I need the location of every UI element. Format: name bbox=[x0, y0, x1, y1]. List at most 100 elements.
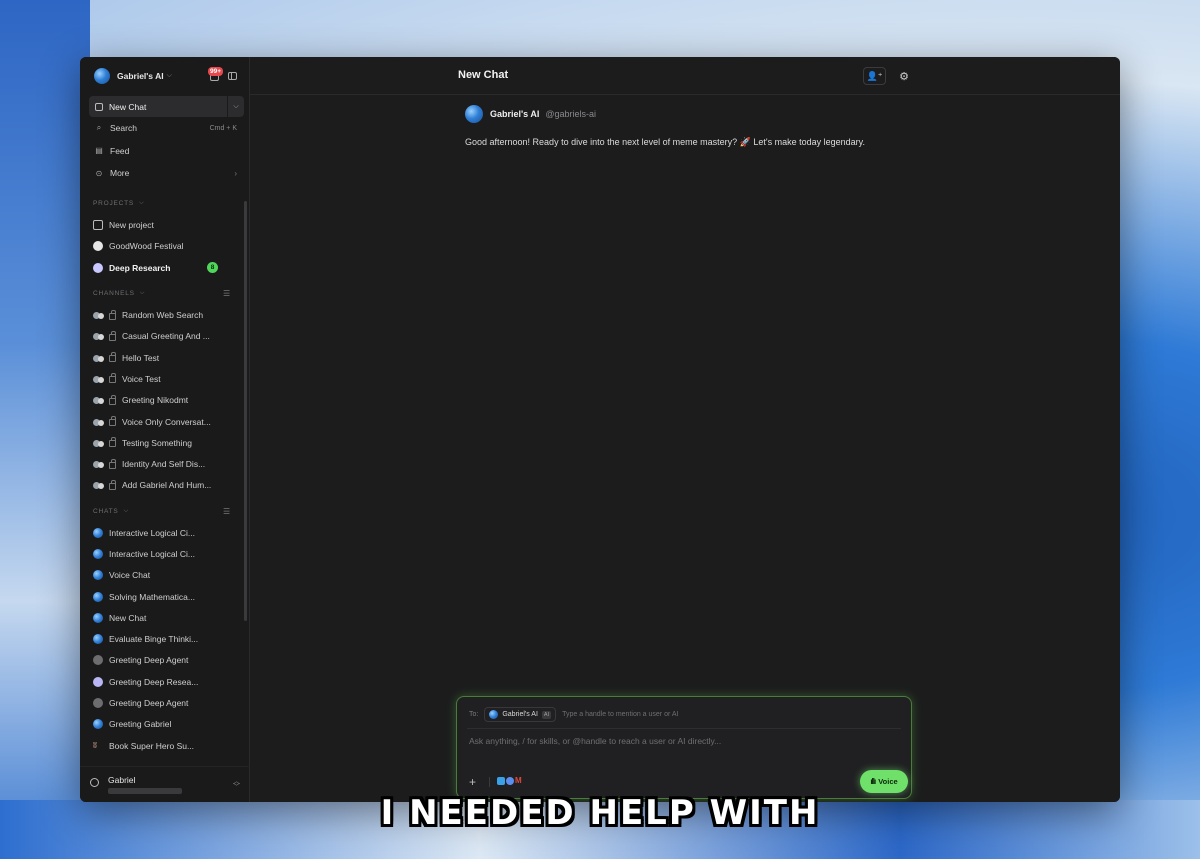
project-item[interactable]: Deep Research 8 bbox=[80, 257, 249, 278]
chat-item[interactable]: Greeting Deep Agent bbox=[80, 692, 249, 713]
settings-button[interactable]: ⚙ bbox=[895, 67, 913, 85]
avatar[interactable] bbox=[465, 105, 483, 123]
notification-badge[interactable]: 99+ bbox=[208, 67, 224, 76]
chat-item[interactable]: Evaluate Binge Thinki... bbox=[80, 629, 249, 650]
recipient-chip[interactable]: Gabriel's AI AI bbox=[484, 707, 557, 722]
chat-avatar-icon bbox=[93, 591, 103, 602]
nav-search[interactable]: ⌕ Search Cmd + K bbox=[80, 117, 249, 140]
nav-label: More bbox=[110, 168, 130, 179]
sidebar: Gabriel's AI ⌵ 99+ New Chat ⌵ ⌕ Search C… bbox=[80, 57, 250, 802]
channel-label: Casual Greeting And ... bbox=[122, 331, 210, 342]
waveform-icon: ıIlı bbox=[870, 777, 876, 786]
recipient-input[interactable]: Type a handle to mention a user or AI bbox=[562, 711, 678, 718]
chat-label: Voice Chat bbox=[109, 570, 151, 581]
chat-avatar-icon bbox=[93, 634, 103, 645]
user-name: Gabriel bbox=[108, 775, 136, 785]
message-author[interactable]: Gabriel's AI bbox=[490, 109, 539, 119]
section-label: CHATS bbox=[93, 507, 119, 515]
nav-feed[interactable]: ▤ Feed bbox=[80, 140, 249, 163]
chat-avatar-icon bbox=[93, 719, 103, 730]
recipient-row: To: Gabriel's AI AI Type a handle to men… bbox=[469, 707, 678, 722]
message-header: Gabriel's AI @gabriels-ai bbox=[465, 105, 985, 123]
to-label: To: bbox=[469, 711, 479, 718]
chat-item[interactable]: Interactive Logical Ci... bbox=[80, 522, 249, 543]
channel-item[interactable]: Greeting Nikodmt bbox=[80, 390, 249, 411]
channel-item[interactable]: Hello Test bbox=[80, 347, 249, 368]
channel-item[interactable]: Casual Greeting And ... bbox=[80, 326, 249, 347]
nav-more[interactable]: ⊙ More › bbox=[80, 162, 249, 185]
search-shortcut: Cmd + K bbox=[209, 124, 237, 132]
chat-label: Greeting Deep Resea... bbox=[109, 676, 199, 687]
chat-item[interactable]: Greeting Gabriel bbox=[80, 714, 249, 735]
chevron-right-icon: › bbox=[234, 168, 237, 178]
chat-item[interactable]: Solving Mathematica... bbox=[80, 586, 249, 607]
channel-item[interactable]: Voice Only Conversat... bbox=[80, 411, 249, 432]
channel-item[interactable]: Random Web Search bbox=[80, 304, 249, 325]
message-text: Good afternoon! Ready to dive into the n… bbox=[465, 137, 865, 147]
sidebar-toggle-icon[interactable] bbox=[228, 72, 237, 80]
chat-label: New Chat bbox=[109, 612, 147, 623]
section-label: CHANNELS bbox=[93, 289, 135, 297]
channels-header[interactable]: CHANNELS ⌵ ☰ bbox=[80, 282, 249, 304]
message-input[interactable]: Ask anything, / for skills, or @handle t… bbox=[469, 736, 721, 746]
chevron-down-icon: ⌵ bbox=[166, 72, 172, 79]
projects-header[interactable]: PROJECTS ⌵ bbox=[80, 193, 249, 215]
chat-label: Interactive Logical Ci... bbox=[109, 549, 195, 559]
desktop-wallpaper bbox=[0, 0, 90, 859]
integrations[interactable]: M bbox=[497, 777, 522, 785]
chat-item[interactable]: Greeting Deep Agent bbox=[80, 650, 249, 671]
channel-item[interactable]: Voice Test bbox=[80, 368, 249, 389]
more-icon: ⊙ bbox=[95, 168, 103, 178]
add-user-icon: 👤⁺ bbox=[866, 70, 883, 81]
workspace-name: Gabriel's AI bbox=[117, 71, 164, 81]
chevron-updown-icon: ︿ ﹀ bbox=[233, 778, 240, 791]
lock-icon bbox=[109, 479, 116, 490]
chat-item[interactable]: ʬ Book Super Hero Su... bbox=[80, 735, 249, 756]
workspace-switcher[interactable]: Gabriel's AI ⌵ 99+ bbox=[80, 57, 249, 95]
channel-item[interactable]: Identity And Self Dis... bbox=[80, 453, 249, 474]
message-composer: To: Gabriel's AI AI Type a handle to men… bbox=[456, 696, 912, 799]
chat-avatar-icon bbox=[93, 676, 103, 687]
new-chat-icon bbox=[95, 102, 103, 111]
project-label: GoodWood Festival bbox=[109, 241, 184, 252]
chat-avatar-icon bbox=[93, 698, 103, 709]
chat-avatar-icon bbox=[93, 570, 103, 581]
add-user-button[interactable]: 👤⁺ bbox=[863, 67, 886, 85]
channel-item[interactable]: Testing Something bbox=[80, 432, 249, 453]
chat-item[interactable]: Greeting Deep Resea... bbox=[80, 671, 249, 692]
plus-icon[interactable]: + bbox=[469, 775, 476, 789]
voice-button[interactable]: ıIlı Voice bbox=[860, 770, 908, 793]
chat-label: Interactive Logical Ci... bbox=[109, 527, 195, 538]
channel-members-icon bbox=[93, 374, 105, 384]
recipient-tag: AI bbox=[541, 710, 552, 719]
filter-icon[interactable]: ☰ bbox=[223, 507, 231, 516]
chat-label: Greeting Deep Agent bbox=[109, 698, 189, 709]
channel-members-icon bbox=[93, 438, 105, 448]
chat-item[interactable]: Interactive Logical Ci... bbox=[80, 543, 249, 564]
video-caption: I NEEDED HELP WITH bbox=[380, 793, 820, 833]
channel-item[interactable]: Add Gabriel And Hum... bbox=[80, 475, 249, 496]
chevron-down-icon[interactable]: ⌵ bbox=[227, 96, 244, 117]
recipient-name: Gabriel's AI bbox=[502, 711, 538, 718]
sidebar-scrollbar[interactable] bbox=[244, 201, 247, 621]
feed-icon: ▤ bbox=[95, 146, 103, 156]
chat-label: Evaluate Binge Thinki... bbox=[109, 634, 199, 645]
project-new[interactable]: New project bbox=[80, 215, 249, 236]
lock-icon bbox=[109, 437, 116, 448]
globe-icon bbox=[506, 777, 514, 785]
chat-label: Solving Mathematica... bbox=[109, 591, 195, 602]
chats-header[interactable]: CHATS ⌵ ☰ bbox=[80, 500, 249, 522]
channel-label: Testing Something bbox=[122, 437, 192, 448]
drive-icon bbox=[497, 777, 505, 785]
filter-icon[interactable]: ☰ bbox=[223, 289, 231, 298]
project-item[interactable]: GoodWood Festival bbox=[80, 236, 249, 257]
chat-item[interactable]: Voice Chat bbox=[80, 565, 249, 586]
lock-icon bbox=[109, 352, 116, 363]
gmail-icon: M bbox=[515, 776, 522, 785]
new-chat-button[interactable]: New Chat ⌵ bbox=[89, 96, 244, 117]
chevron-down-icon: ⌵ bbox=[139, 200, 145, 206]
lock-icon bbox=[109, 458, 116, 469]
channel-label: Random Web Search bbox=[122, 310, 204, 321]
chat-item[interactable]: New Chat bbox=[80, 607, 249, 628]
new-project-icon bbox=[93, 220, 103, 231]
